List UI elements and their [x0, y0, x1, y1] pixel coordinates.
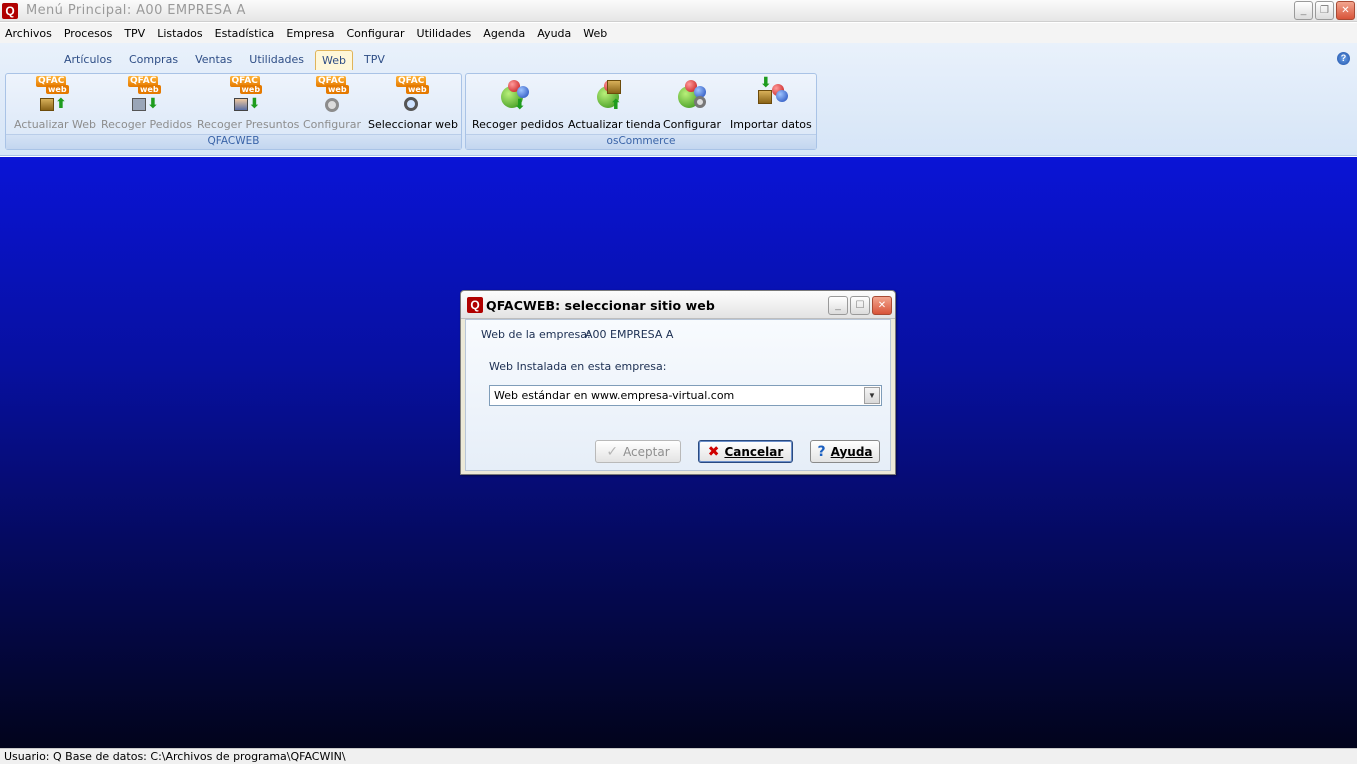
menu-tpv[interactable]: TPV [124, 27, 145, 40]
restore-button[interactable]: ❐ [1315, 1, 1334, 20]
tab-articulos[interactable]: Artículos [58, 50, 118, 70]
menu-ayuda[interactable]: Ayuda [537, 27, 571, 40]
dialog-minimize-button[interactable]: _ [828, 296, 848, 315]
chevron-down-icon[interactable]: ▼ [864, 387, 880, 404]
qfacweb-quotes-icon: QFAC web ⬇ [229, 76, 263, 112]
tab-tpv[interactable]: TPV [358, 50, 391, 70]
dialog-title: QFACWEB: seleccionar sitio web [486, 298, 715, 313]
menu-listados[interactable]: Listados [157, 27, 202, 40]
menu-archivos[interactable]: Archivos [5, 27, 52, 40]
import-data-icon: ⬇ [752, 76, 788, 116]
minimize-button[interactable]: _ [1294, 1, 1313, 20]
menu-empresa[interactable]: Empresa [286, 27, 334, 40]
tab-compras[interactable]: Compras [123, 50, 184, 70]
download-orders-icon: ⬇ [497, 76, 533, 116]
installed-web-label: Web Instalada en esta empresa: [489, 360, 667, 373]
qfacweb-orders-icon: QFAC web ⬇ [128, 76, 161, 112]
cancel-x-icon: ✖ [707, 443, 720, 460]
website-select[interactable]: Web estándar en www.empresa-virtual.com … [489, 385, 882, 406]
tab-ventas[interactable]: Ventas [189, 50, 238, 70]
dialog-window-controls: _ ☐ ✕ [828, 296, 892, 315]
dialog-close-button[interactable]: ✕ [872, 296, 892, 315]
tab-web[interactable]: Web [315, 50, 353, 70]
qfacweb-upload-icon: QFAC web ⬆ [36, 76, 69, 112]
main-title-bar: Q Menú Principal: A00 EMPRESA A _ ❐ ✕ [0, 0, 1357, 22]
cancel-button[interactable]: ✖ Cancelar [698, 440, 793, 463]
menu-configurar[interactable]: Configurar [346, 27, 404, 40]
recoger-pedidos-oscommerce-button[interactable]: ⬇ Recoger pedidos [472, 76, 564, 131]
configurar-oscommerce-button[interactable]: Configurar [663, 76, 721, 131]
configurar-qfacweb-button[interactable]: QFAC web Configurar [302, 76, 362, 131]
checkmark-icon: ✓ [606, 443, 619, 460]
accept-button[interactable]: ✓ Aceptar [595, 440, 681, 463]
qfacweb-search-icon: QFAC web [394, 76, 430, 116]
window-controls: _ ❐ ✕ [1294, 1, 1355, 20]
configure-store-icon [674, 76, 710, 116]
dialog-title-bar: Q QFACWEB: seleccionar sitio web _ ☐ ✕ [461, 291, 895, 319]
menu-web[interactable]: Web [583, 27, 607, 40]
menu-agenda[interactable]: Agenda [483, 27, 525, 40]
company-label: Web de la empresa: [481, 328, 591, 341]
question-mark-icon: ? [817, 443, 826, 460]
menu-utilidades[interactable]: Utilidades [417, 27, 472, 40]
ribbon: Artículos Compras Ventas Utilidades Web … [0, 43, 1357, 156]
menu-procesos[interactable]: Procesos [64, 27, 112, 40]
seleccionar-web-button[interactable]: QFAC web Seleccionar web [368, 76, 458, 131]
group-label-oscommerce: osCommerce [606, 135, 676, 147]
app-logo-icon: Q [2, 3, 18, 19]
ribbon-group-oscommerce: ⬇ Recoger pedidos ⬆ Actualizar tienda Co… [465, 73, 817, 150]
update-store-icon: ⬆ [593, 76, 629, 116]
importar-datos-button[interactable]: ⬇ Importar datos [730, 76, 812, 131]
dialog-maximize-button[interactable]: ☐ [850, 296, 870, 315]
status-bar: Usuario: Q Base de datos: C:\Archivos de… [0, 748, 1357, 764]
close-button[interactable]: ✕ [1336, 1, 1355, 20]
ribbon-tabs: Artículos Compras Ventas Utilidades Web … [58, 50, 396, 70]
recoger-presuntos-button[interactable]: QFAC web ⬇ Recoger Presuntos [197, 76, 299, 131]
dialog-logo-icon: Q [467, 297, 483, 313]
qfacweb-gear-icon: QFAC web [314, 76, 350, 116]
window-title: Menú Principal: A00 EMPRESA A [26, 3, 246, 18]
actualizar-tienda-button[interactable]: ⬆ Actualizar tienda [568, 76, 661, 131]
menu-bar: Archivos Procesos TPV Listados Estadísti… [0, 23, 1357, 43]
ribbon-group-qfacweb: QFAC web ⬆ Actualizar Web QFAC web ⬇ Recoger… [5, 73, 462, 150]
menu-estadistica[interactable]: Estadística [215, 27, 275, 40]
dialog-body: Web de la empresa: A00 EMPRESA A Web Ins… [465, 319, 891, 471]
tab-utilidades[interactable]: Utilidades [243, 50, 310, 70]
company-value: A00 EMPRESA A [585, 328, 674, 341]
help-button[interactable]: ? Ayuda [810, 440, 880, 463]
group-label-qfacweb: QFACWEB [207, 135, 260, 147]
select-website-dialog: Q QFACWEB: seleccionar sitio web _ ☐ ✕ W… [460, 290, 896, 475]
website-select-value: Web estándar en www.empresa-virtual.com [494, 389, 735, 402]
help-icon[interactable]: ? [1337, 52, 1350, 65]
actualizar-web-button[interactable]: QFAC web ⬆ Actualizar Web [14, 76, 96, 131]
recoger-pedidos-button[interactable]: QFAC web ⬇ Recoger Pedidos [101, 76, 192, 131]
